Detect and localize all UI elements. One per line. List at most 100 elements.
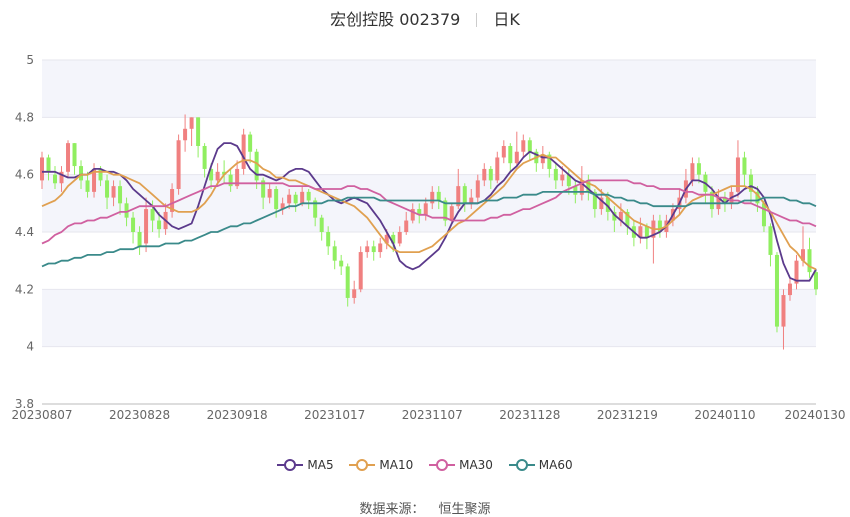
candle-body xyxy=(742,157,747,175)
legend-swatch-ma5 xyxy=(277,458,304,472)
source-name: 恒生聚源 xyxy=(438,502,491,517)
candle-body xyxy=(345,266,350,298)
candle-body xyxy=(332,246,337,261)
candle-body xyxy=(475,180,480,198)
candle-body xyxy=(176,140,181,189)
candle-body xyxy=(508,146,513,164)
candle-body xyxy=(560,174,565,181)
y-tick-label: 5 xyxy=(26,53,34,67)
candle-body xyxy=(495,157,500,181)
candle-body xyxy=(521,140,526,152)
x-tick-label: 20230807 xyxy=(11,408,72,422)
candle-body xyxy=(371,246,376,253)
candle-body xyxy=(274,189,279,210)
candle-body xyxy=(807,249,812,273)
candle-body xyxy=(241,134,246,169)
candle-body xyxy=(436,191,441,201)
legend: MA5 MA10 MA30 MA60 xyxy=(0,458,850,472)
x-tick-label: 20231107 xyxy=(402,408,463,422)
x-tick-label: 20240130 xyxy=(784,408,845,422)
candle-body xyxy=(40,157,44,181)
x-tick-label: 20230828 xyxy=(109,408,170,422)
candle-body xyxy=(644,226,649,238)
x-axis: 20230807 20230828 20230918 20231017 20231107… xyxy=(11,403,846,422)
candle-body xyxy=(267,189,272,198)
candlestick-chart: 3.844.24.44.64.85 20230807 20230828 202309… xyxy=(11,53,846,422)
legend-swatch-ma30 xyxy=(429,458,456,472)
x-tick-label: 20230918 xyxy=(207,408,268,422)
x-tick-label: 20231128 xyxy=(499,408,560,422)
candle-body xyxy=(118,186,123,204)
y-tick-label: 4 xyxy=(26,340,34,354)
legend-label-ma60: MA60 xyxy=(538,458,573,472)
x-tick-label: 20231017 xyxy=(304,408,365,422)
y-tick-label: 4.4 xyxy=(15,225,34,239)
candle-body xyxy=(814,272,818,290)
candle-body xyxy=(228,174,233,187)
candle-body xyxy=(53,174,58,184)
candle-body xyxy=(202,146,207,169)
candle-body xyxy=(501,146,506,158)
candle-body xyxy=(300,191,305,204)
candle-body xyxy=(378,243,383,253)
legend-swatch-ma10 xyxy=(349,458,376,472)
candle-body xyxy=(183,128,188,141)
candle-body xyxy=(339,260,344,267)
legend-swatch-ma60 xyxy=(508,458,535,472)
candle-body xyxy=(248,134,253,152)
candle-body xyxy=(423,203,428,215)
candle-body xyxy=(430,191,435,204)
legend-label-ma10: MA10 xyxy=(379,458,414,472)
candle-body xyxy=(287,194,292,204)
y-tick-label: 4.8 xyxy=(15,110,34,124)
candle-body xyxy=(319,217,324,232)
candle-body xyxy=(553,168,558,181)
y-tick-label: 4.6 xyxy=(15,168,34,182)
candle-body xyxy=(397,232,402,244)
candle-body xyxy=(781,295,786,327)
candle-body xyxy=(66,143,71,172)
x-tick-label: 20240110 xyxy=(694,408,755,422)
candle-body xyxy=(488,168,493,181)
candle-body xyxy=(306,191,311,201)
legend-label-ma5: MA5 xyxy=(307,458,334,472)
legend-item-ma10[interactable]: MA10 xyxy=(349,458,413,472)
candle-body xyxy=(404,220,409,232)
candle-body xyxy=(137,232,142,247)
source-label: 数据来源： xyxy=(359,502,425,517)
legend-item-ma60[interactable]: MA60 xyxy=(508,458,573,472)
legend-item-ma30[interactable]: MA30 xyxy=(429,458,493,472)
candle-body xyxy=(196,117,201,146)
candle-body xyxy=(761,203,766,227)
y-tick-label: 4.2 xyxy=(15,282,34,296)
candle-body xyxy=(157,220,162,230)
x-tick-label: 20231219 xyxy=(597,408,658,422)
legend-item-ma5[interactable]: MA5 xyxy=(277,458,334,472)
candle-body xyxy=(215,171,220,181)
plot-band xyxy=(42,60,816,118)
candle-body xyxy=(189,117,194,129)
candle-body xyxy=(98,168,103,181)
candle-body xyxy=(144,209,149,244)
candle-body xyxy=(696,163,701,175)
candle-body xyxy=(462,186,467,204)
candle-body xyxy=(46,157,51,172)
candle-body xyxy=(72,143,77,167)
candle-body xyxy=(365,246,370,253)
candle-body xyxy=(514,151,519,164)
candle-body xyxy=(326,232,331,247)
candle-body xyxy=(449,206,454,221)
y-axis: 3.844.24.44.64.85 xyxy=(15,53,34,411)
candle-body xyxy=(150,209,155,221)
candle-body xyxy=(482,168,487,181)
candle-body xyxy=(85,180,90,192)
candle-body xyxy=(787,283,792,296)
candle-body xyxy=(527,140,532,152)
candle-body xyxy=(105,180,110,198)
candle-body xyxy=(111,186,116,198)
candle-body xyxy=(690,163,695,181)
candle-body xyxy=(131,217,136,232)
candle-body xyxy=(79,166,84,181)
plot-band xyxy=(42,289,816,347)
candle-body xyxy=(774,254,779,327)
